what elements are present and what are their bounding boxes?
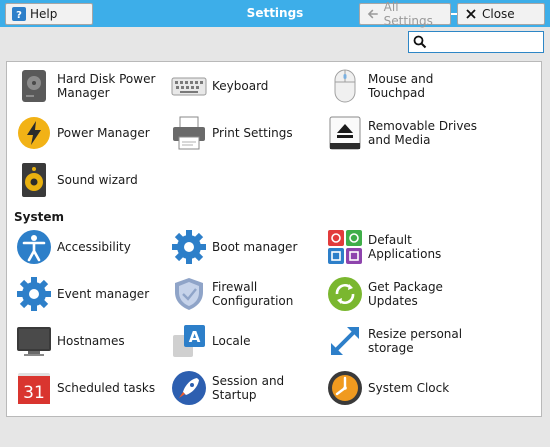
item-system-clock[interactable]: System Clock [327,368,477,408]
item-default-applications[interactable]: Default Applications [327,227,477,267]
item-label: Get Package Updates [368,280,443,308]
clock-icon [328,371,362,405]
eject-icon [329,116,361,150]
gear-icon [172,230,206,264]
item-removable-drives[interactable]: Removable Drives and Media [327,113,477,153]
item-get-package-updates[interactable]: Get Package Updates [327,274,477,314]
item-label: Accessibility [57,240,131,254]
keyboard-icon [171,77,207,96]
item-label: Removable Drives and Media [368,119,478,147]
search-box[interactable] [408,31,544,53]
item-power-manager[interactable]: Power Manager [16,113,166,153]
shield-icon [175,278,203,310]
item-label: Default Applications [368,233,442,261]
item-label: Print Settings [212,126,293,140]
search-input[interactable] [429,34,539,50]
item-label: Power Manager [57,126,150,140]
help-label: Help [30,7,58,21]
item-mouse-touchpad[interactable]: Mouse and Touchpad [327,66,477,106]
all-settings-label: All Settings [383,0,433,28]
item-keyboard[interactable]: Keyboard [171,66,321,106]
all-settings-button[interactable]: All Settings [359,0,451,28]
help-button[interactable]: ? Help [5,3,93,25]
item-label: Event manager [57,287,150,301]
item-accessibility[interactable]: Accessibility [16,227,166,267]
item-label: Firewall Configuration [212,280,294,308]
accessibility-icon [17,230,51,264]
item-sound-wizard[interactable]: Sound wizard [16,160,166,200]
monitor-icon [17,327,51,356]
item-firewall-configuration[interactable]: Firewall Configuration [171,274,321,314]
item-label: Boot manager [212,240,298,254]
arrow-left-icon [367,9,378,19]
printer-icon [173,116,205,150]
item-label: Resize personal storage [368,327,463,355]
close-label: Close [482,7,515,21]
item-label: Scheduled tasks [57,381,156,395]
item-hard-disk-power-manager[interactable]: Hard Disk Power Manager [16,66,166,106]
calendar-icon: 31 [18,373,50,404]
item-label: Keyboard [212,79,269,93]
locale-icon: A [173,325,205,357]
item-scheduled-tasks[interactable]: 31 Scheduled tasks [16,368,166,408]
svg-text:?: ? [16,10,22,21]
section-title-system: System [14,210,64,224]
settings-panel: Hard Disk Power Manager Keyboard Mouse a… [6,61,542,417]
item-hostnames[interactable]: Hostnames [16,321,166,361]
item-event-manager[interactable]: Event manager [16,274,166,314]
gear-icon [17,277,51,311]
rocket-icon [172,371,206,405]
refresh-icon [328,277,362,311]
item-label: Hostnames [57,334,125,348]
item-label: Locale [212,334,251,348]
resize-icon [331,327,359,355]
item-label: System Clock [368,381,450,395]
help-icon: ? [12,7,26,21]
power-manager-icon [18,117,50,149]
item-locale[interactable]: A Locale [171,321,321,361]
search-icon [413,35,427,49]
calendar-day: 31 [23,383,45,403]
close-button[interactable]: Close [457,3,545,25]
close-icon [466,9,476,19]
mouse-icon [334,69,356,103]
default-applications-icon [328,230,362,264]
speaker-icon [22,163,46,197]
item-label: Mouse and Touchpad [368,72,434,100]
item-session-startup[interactable]: Session and Startup [171,368,321,408]
item-label: Hard Disk Power Manager [57,72,156,100]
item-print-settings[interactable]: Print Settings [171,113,321,153]
hard-disk-icon [22,70,46,102]
item-label: Sound wizard [57,173,138,187]
locale-letter: A [189,328,201,346]
item-resize-personal-storage[interactable]: Resize personal storage [327,321,477,361]
item-label: Session and Startup [212,374,285,402]
item-boot-manager[interactable]: Boot manager [171,227,321,267]
